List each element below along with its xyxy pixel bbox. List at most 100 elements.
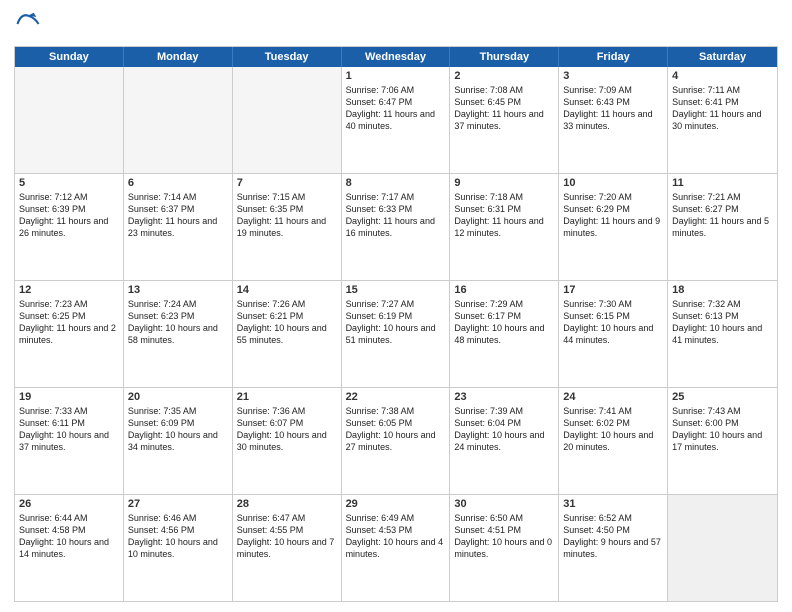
day-number: 8: [346, 177, 446, 189]
calendar-cell: 9Sunrise: 7:18 AM Sunset: 6:31 PM Daylig…: [450, 174, 559, 280]
day-number: 2: [454, 70, 554, 82]
cell-info: Sunrise: 7:35 AM Sunset: 6:09 PM Dayligh…: [128, 405, 228, 454]
day-number: 19: [19, 391, 119, 403]
cell-info: Sunrise: 7:23 AM Sunset: 6:25 PM Dayligh…: [19, 298, 119, 347]
calendar-cell: 14 Sunrise: 7:26 AM Sunset: 6:21 PM Dayli…: [233, 281, 342, 387]
day-number: 14: [237, 284, 337, 296]
calendar-row-1: 5Sunrise: 7:12 AM Sunset: 6:39 PM Daylig…: [15, 174, 777, 281]
day-number: 16: [454, 284, 554, 296]
day-number: 31: [563, 498, 663, 510]
day-number: 3: [563, 70, 663, 82]
day-number: 22: [346, 391, 446, 403]
calendar-cell: 8 Sunrise: 7:17 AM Sunset: 6:33 PM Daylig…: [342, 174, 451, 280]
day-number: 26: [19, 498, 119, 510]
cell-info: Sunrise: 7:43 AM Sunset: 6:00 PM Dayligh…: [672, 405, 773, 454]
cell-info: Sunrise: 6:46 AM Sunset: 4:56 PM Dayligh…: [128, 512, 228, 561]
day-number: 5: [19, 177, 119, 189]
calendar-cell: 26 Sunrise: 6:44 AM Sunset: 4:58 PM Dayli…: [15, 495, 124, 601]
cell-info: Sunrise: 7:09 AM Sunset: 6:43 PM Dayligh…: [563, 84, 663, 133]
calendar-cell: 27 Sunrise: 6:46 AM Sunset: 4:56 PM Dayli…: [124, 495, 233, 601]
cell-info: Sunrise: 7:38 AM Sunset: 6:05 PM Dayligh…: [346, 405, 446, 454]
calendar-cell: 22 Sunrise: 7:38 AM Sunset: 6:05 PM Dayli…: [342, 388, 451, 494]
cell-info: Sunrise: 7:30 AM Sunset: 6:15 PM Dayligh…: [563, 298, 663, 347]
logo: [14, 10, 46, 38]
calendar-cell: [233, 67, 342, 173]
day-number: 11: [672, 177, 773, 189]
day-number: 25: [672, 391, 773, 403]
calendar-cell: [124, 67, 233, 173]
cell-info: Sunrise: 7:32 AM Sunset: 6:13 PM Dayligh…: [672, 298, 773, 347]
calendar-cell: 30Sunrise: 6:50 AM Sunset: 4:51 PM Dayli…: [450, 495, 559, 601]
day-number: 20: [128, 391, 228, 403]
cell-info: Sunrise: 6:49 AM Sunset: 4:53 PM Dayligh…: [346, 512, 446, 561]
day-number: 30: [454, 498, 554, 510]
cell-info: Sunrise: 7:06 AM Sunset: 6:47 PM Dayligh…: [346, 84, 446, 133]
cell-info: Sunrise: 7:08 AM Sunset: 6:45 PM Dayligh…: [454, 84, 554, 133]
day-number: 1: [346, 70, 446, 82]
calendar-header: SundayMondayTuesdayWednesdayThursdayFrid…: [15, 47, 777, 67]
day-number: 10: [563, 177, 663, 189]
calendar-cell: 10 Sunrise: 7:20 AM Sunset: 6:29 PM Dayli…: [559, 174, 668, 280]
calendar-cell: 2 Sunrise: 7:08 AM Sunset: 6:45 PM Daylig…: [450, 67, 559, 173]
day-number: 24: [563, 391, 663, 403]
cell-info: Sunrise: 7:20 AM Sunset: 6:29 PM Dayligh…: [563, 191, 663, 240]
day-number: 12: [19, 284, 119, 296]
calendar-cell: 19 Sunrise: 7:33 AM Sunset: 6:11 PM Dayli…: [15, 388, 124, 494]
calendar: SundayMondayTuesdayWednesdayThursdayFrid…: [14, 46, 778, 602]
cell-info: Sunrise: 7:21 AM Sunset: 6:27 PM Dayligh…: [672, 191, 773, 240]
header-day-friday: Friday: [559, 47, 668, 67]
day-number: 18: [672, 284, 773, 296]
calendar-cell: 11 Sunrise: 7:21 AM Sunset: 6:27 PM Dayli…: [668, 174, 777, 280]
calendar-cell: 23Sunrise: 7:39 AM Sunset: 6:04 PM Dayli…: [450, 388, 559, 494]
day-number: 9: [454, 177, 554, 189]
cell-info: Sunrise: 7:26 AM Sunset: 6:21 PM Dayligh…: [237, 298, 337, 347]
day-number: 28: [237, 498, 337, 510]
day-number: 7: [237, 177, 337, 189]
cell-info: Sunrise: 7:33 AM Sunset: 6:11 PM Dayligh…: [19, 405, 119, 454]
calendar-cell: 13Sunrise: 7:24 AM Sunset: 6:23 PM Dayli…: [124, 281, 233, 387]
day-number: 17: [563, 284, 663, 296]
calendar-cell: 7 Sunrise: 7:15 AM Sunset: 6:35 PM Daylig…: [233, 174, 342, 280]
cell-info: Sunrise: 6:47 AM Sunset: 4:55 PM Dayligh…: [237, 512, 337, 561]
day-number: 15: [346, 284, 446, 296]
day-number: 21: [237, 391, 337, 403]
day-number: 27: [128, 498, 228, 510]
calendar-cell: 20 Sunrise: 7:35 AM Sunset: 6:09 PM Dayli…: [124, 388, 233, 494]
header-day-saturday: Saturday: [668, 47, 777, 67]
cell-info: Sunrise: 7:17 AM Sunset: 6:33 PM Dayligh…: [346, 191, 446, 240]
header-day-wednesday: Wednesday: [342, 47, 451, 67]
cell-info: Sunrise: 7:14 AM Sunset: 6:37 PM Dayligh…: [128, 191, 228, 240]
cell-info: Sunrise: 7:39 AM Sunset: 6:04 PM Dayligh…: [454, 405, 554, 454]
cell-info: Sunrise: 7:24 AM Sunset: 6:23 PM Dayligh…: [128, 298, 228, 347]
calendar-cell: 31 Sunrise: 6:52 AM Sunset: 4:50 PM Dayli…: [559, 495, 668, 601]
calendar-row-2: 12 Sunrise: 7:23 AM Sunset: 6:25 PM Dayli…: [15, 281, 777, 388]
calendar-cell: 6Sunrise: 7:14 AM Sunset: 6:37 PM Daylig…: [124, 174, 233, 280]
calendar-cell: 15 Sunrise: 7:27 AM Sunset: 6:19 PM Dayli…: [342, 281, 451, 387]
calendar-row-4: 26 Sunrise: 6:44 AM Sunset: 4:58 PM Dayli…: [15, 495, 777, 601]
calendar-cell: [15, 67, 124, 173]
calendar-cell: 12 Sunrise: 7:23 AM Sunset: 6:25 PM Dayli…: [15, 281, 124, 387]
day-number: 29: [346, 498, 446, 510]
logo-icon: [14, 10, 42, 38]
cell-info: Sunrise: 7:27 AM Sunset: 6:19 PM Dayligh…: [346, 298, 446, 347]
cell-info: Sunrise: 7:29 AM Sunset: 6:17 PM Dayligh…: [454, 298, 554, 347]
calendar-cell: 4Sunrise: 7:11 AM Sunset: 6:41 PM Daylig…: [668, 67, 777, 173]
calendar-cell: 29 Sunrise: 6:49 AM Sunset: 4:53 PM Dayli…: [342, 495, 451, 601]
cell-info: Sunrise: 7:15 AM Sunset: 6:35 PM Dayligh…: [237, 191, 337, 240]
calendar-cell: 24Sunrise: 7:41 AM Sunset: 6:02 PM Dayli…: [559, 388, 668, 494]
calendar-cell: 3 Sunrise: 7:09 AM Sunset: 6:43 PM Daylig…: [559, 67, 668, 173]
cell-info: Sunrise: 6:52 AM Sunset: 4:50 PM Dayligh…: [563, 512, 663, 561]
calendar-body: 1 Sunrise: 7:06 AM Sunset: 6:47 PM Daylig…: [15, 67, 777, 601]
header-day-sunday: Sunday: [15, 47, 124, 67]
header-day-tuesday: Tuesday: [233, 47, 342, 67]
calendar-cell: 21 Sunrise: 7:36 AM Sunset: 6:07 PM Dayli…: [233, 388, 342, 494]
calendar-cell: 5Sunrise: 7:12 AM Sunset: 6:39 PM Daylig…: [15, 174, 124, 280]
cell-info: Sunrise: 6:44 AM Sunset: 4:58 PM Dayligh…: [19, 512, 119, 561]
cell-info: Sunrise: 7:36 AM Sunset: 6:07 PM Dayligh…: [237, 405, 337, 454]
cell-info: Sunrise: 7:11 AM Sunset: 6:41 PM Dayligh…: [672, 84, 773, 133]
calendar-cell: 1 Sunrise: 7:06 AM Sunset: 6:47 PM Daylig…: [342, 67, 451, 173]
header-day-thursday: Thursday: [450, 47, 559, 67]
header-day-monday: Monday: [124, 47, 233, 67]
calendar-row-3: 19 Sunrise: 7:33 AM Sunset: 6:11 PM Dayli…: [15, 388, 777, 495]
calendar-cell: 18 Sunrise: 7:32 AM Sunset: 6:13 PM Dayli…: [668, 281, 777, 387]
